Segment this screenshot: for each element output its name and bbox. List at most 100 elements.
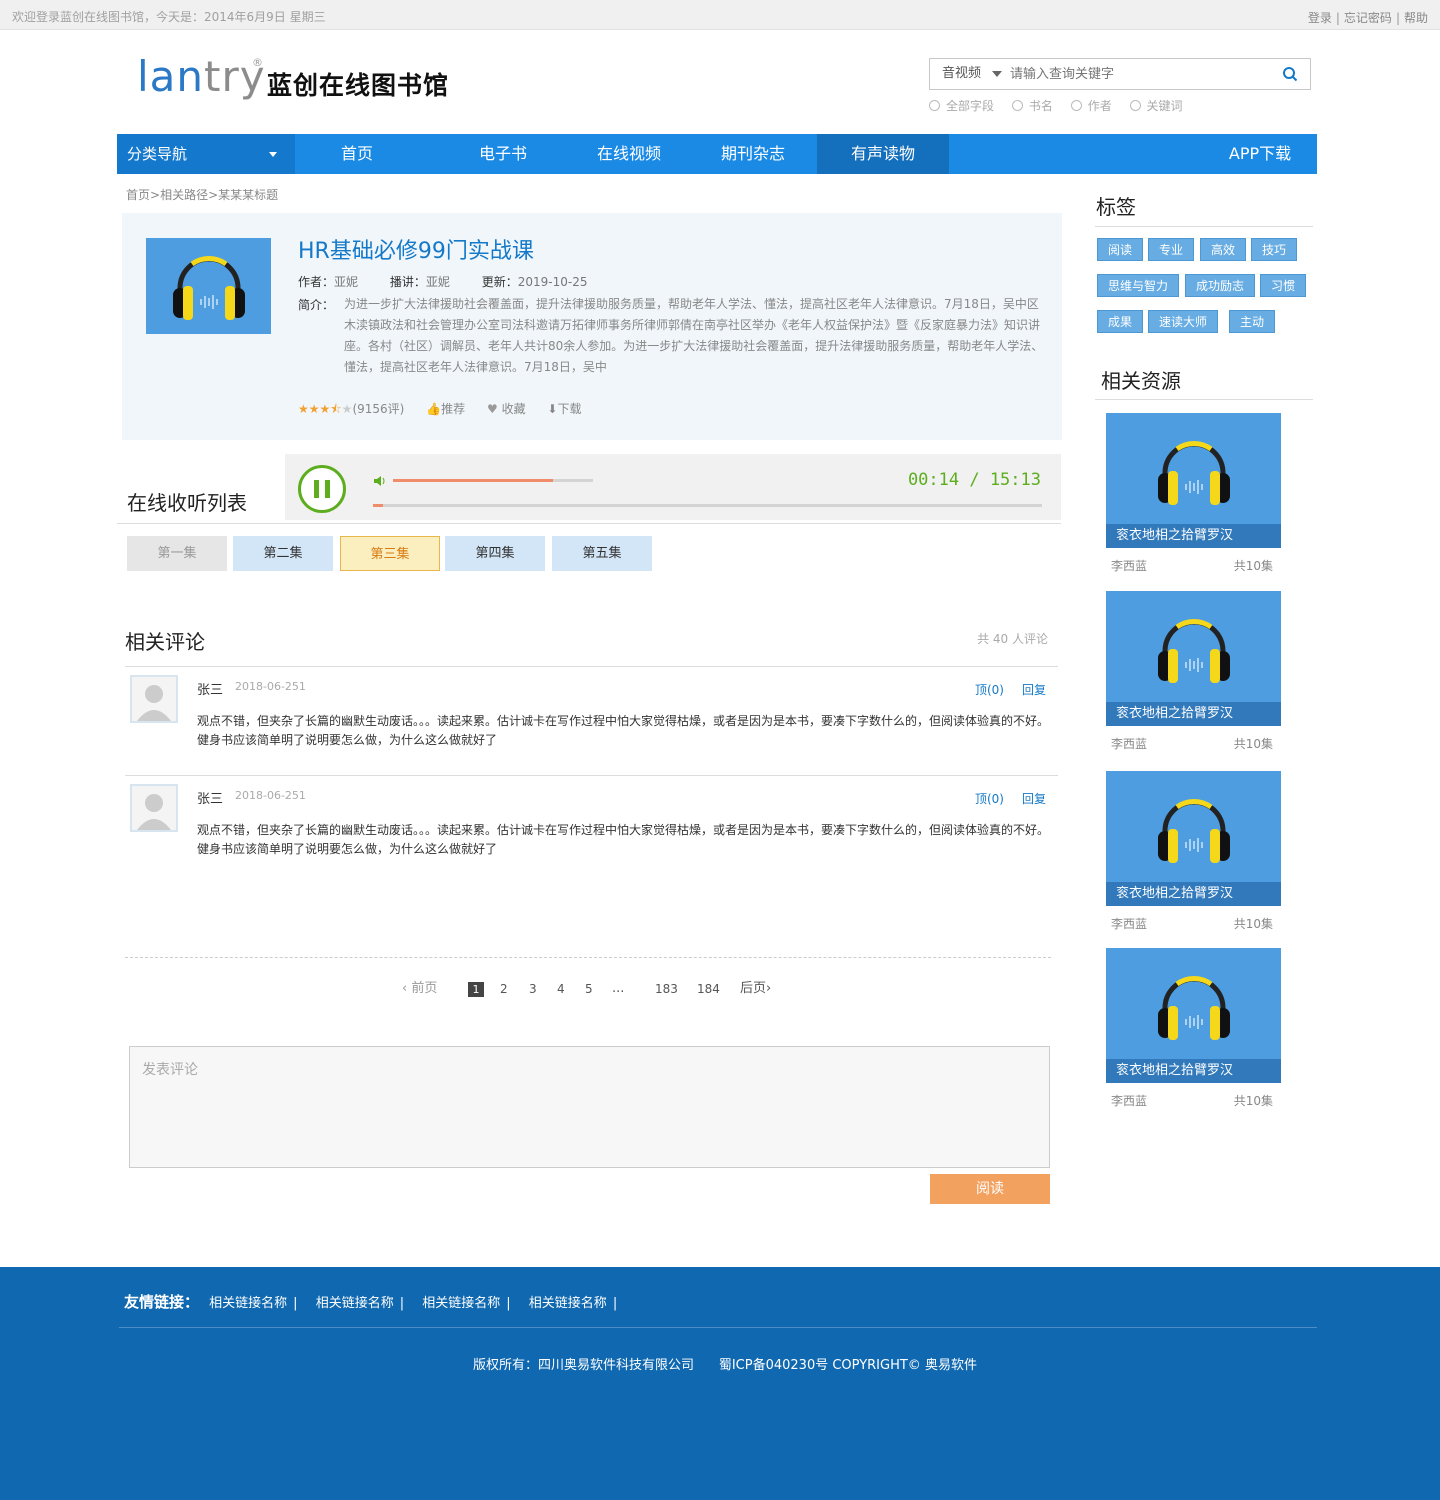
nav-item-journal[interactable]: 期刊杂志: [693, 134, 813, 174]
login-link[interactable]: 登录: [1308, 11, 1332, 25]
next-page-button[interactable]: 后页›: [740, 980, 771, 998]
footer: 友情链接： 相关链接名称 | 相关链接名称 | 相关链接名称 | 相关链接名称 | 版权…: [0, 1267, 1440, 1500]
related-resource-card[interactable]: 衮衣地相之拾臂罗汉 李西蓝 共10集: [1106, 948, 1281, 1113]
copyright: 版权所有：四川奥易软件科技有限公司 蜀ICP备040230号 COPYRIGHT…: [473, 1358, 977, 1373]
help-link[interactable]: 帮助: [1404, 11, 1428, 25]
book-cover: [146, 238, 271, 334]
rating-count: (9156评): [352, 402, 405, 416]
narrator-label: 播讲：: [389, 275, 426, 289]
search-icon[interactable]: [1282, 66, 1298, 82]
tag-item[interactable]: 思维与智力: [1097, 274, 1180, 297]
tag-item[interactable]: 技巧: [1251, 238, 1298, 261]
divider: [117, 523, 1061, 524]
main-nav: 分类导航 首页 电子书 在线视频 期刊杂志 有声读物 APP下载: [117, 134, 1317, 174]
book-meta: 作者：亚妮 播讲：亚妮 更新：2019-10-25: [298, 273, 615, 290]
resource-author: 李西蓝: [1111, 917, 1148, 931]
star-empty-icon: ★: [341, 402, 353, 416]
upvote-button[interactable]: 顶(0): [975, 792, 1004, 806]
search-type-value: 音视频: [942, 66, 982, 81]
comment-text: 观点不错，但夹杂了长篇的幽默生动废话。。。读起来累。估计诚卡在写作过程中怕大家觉…: [197, 714, 1050, 747]
volume-fill: [393, 479, 553, 482]
favorite-button[interactable]: ♥ 收藏: [487, 402, 526, 416]
pause-button[interactable]: [298, 465, 346, 513]
book-title: HR基础必修99门实战课: [298, 239, 534, 264]
recommend-button[interactable]: 👍推荐: [426, 402, 465, 416]
download-button[interactable]: ⬇下载: [547, 402, 581, 416]
related-resource-card[interactable]: 衮衣地相之拾臂罗汉 李西蓝 共10集: [1106, 771, 1281, 936]
page-3[interactable]: 3: [529, 980, 537, 998]
progress-fill: [373, 504, 384, 507]
tag-item[interactable]: 成功励志: [1185, 274, 1256, 297]
friend-link[interactable]: 相关链接名称: [529, 1296, 607, 1311]
volume-icon[interactable]: [373, 474, 387, 488]
page-184[interactable]: 184: [697, 980, 720, 998]
related-resource-card[interactable]: 衮衣地相之拾臂罗汉 李西蓝 共10集: [1106, 413, 1281, 578]
nav-item-video[interactable]: 在线视频: [567, 134, 691, 174]
page-4[interactable]: 4: [557, 980, 565, 998]
resource-episodes: 共10集: [1233, 1094, 1273, 1108]
star-icon: ★: [319, 402, 331, 416]
related-resource-card[interactable]: 衮衣地相之拾臂罗汉 李西蓝 共10集: [1106, 591, 1281, 756]
prev-page-button[interactable]: ‹ 前页: [402, 980, 437, 998]
page-5[interactable]: 5: [585, 980, 593, 998]
nav-item-home[interactable]: 首页: [297, 134, 417, 174]
avatar: [130, 784, 178, 832]
category-nav-dropdown[interactable]: 分类导航: [117, 134, 295, 174]
page-1[interactable]: 1: [468, 982, 484, 997]
site-logo[interactable]: lantry ® 蓝创在线图书馆: [137, 54, 448, 104]
play-time: 00:14 / 15:13: [907, 470, 1041, 490]
nav-item-app-download[interactable]: APP下载: [1207, 134, 1313, 174]
tag-item[interactable]: 高效: [1200, 238, 1247, 261]
reply-button[interactable]: 回复: [1022, 683, 1046, 697]
page-ellipsis: ...: [612, 981, 625, 996]
author-value: 亚妮: [334, 275, 359, 289]
thumbs-up-icon: 👍: [426, 402, 442, 416]
nav-item-ebook[interactable]: 电子书: [443, 134, 563, 174]
volume-slider[interactable]: [393, 479, 593, 482]
page-2[interactable]: 2: [500, 980, 508, 998]
episode-2-button[interactable]: 第二集: [233, 536, 333, 571]
episode-5-button[interactable]: 第五集: [552, 536, 652, 571]
pause-icon: [314, 480, 319, 498]
resource-cover: 衮衣地相之拾臂罗汉: [1106, 771, 1281, 906]
tag-item[interactable]: 习惯: [1260, 274, 1307, 297]
comment-text: 观点不错，但夹杂了长篇的幽默生动废话。。。读起来累。估计诚卡在写作过程中怕大家觉…: [197, 823, 1050, 856]
upvote-button[interactable]: 顶(0): [975, 683, 1004, 697]
nav-item-audio[interactable]: 有声读物: [817, 134, 949, 174]
tag-item[interactable]: 速读大师: [1148, 310, 1219, 333]
tag-item[interactable]: 成果: [1097, 310, 1144, 333]
radio-all-fields[interactable]: 全部字段: [929, 97, 994, 114]
tag-item[interactable]: 阅读: [1097, 238, 1144, 261]
friend-link[interactable]: 相关链接名称: [209, 1296, 287, 1311]
divider: [125, 775, 1058, 776]
search-input[interactable]: [1010, 59, 1260, 89]
author-label: 作者：: [298, 275, 335, 289]
page-183[interactable]: 183: [655, 980, 678, 998]
episode-3-button[interactable]: 第三集: [340, 536, 440, 571]
radio-author[interactable]: 作者: [1070, 97, 1112, 114]
progress-bar[interactable]: [373, 504, 1042, 507]
reply-button[interactable]: 回复: [1022, 792, 1046, 806]
comment-textarea[interactable]: 发表评论: [129, 1046, 1050, 1168]
tag-item[interactable]: 专业: [1148, 238, 1195, 261]
episode-1-button[interactable]: 第一集: [127, 536, 227, 571]
breadcrumb-home[interactable]: 首页: [126, 188, 150, 202]
radio-keyword[interactable]: 关键词: [1129, 97, 1183, 114]
friend-link[interactable]: 相关链接名称: [316, 1296, 394, 1311]
search-box: 音视频: [929, 58, 1311, 90]
episode-4-button[interactable]: 第四集: [445, 536, 545, 571]
radio-icon: [1129, 100, 1141, 111]
star-half-icon: ⯪: [330, 402, 342, 416]
search-type-select[interactable]: 音视频: [930, 59, 1008, 89]
headphones-icon: [1158, 441, 1230, 505]
forgot-password-link[interactable]: 忘记密码: [1344, 11, 1392, 25]
submit-button[interactable]: 阅读: [930, 1174, 1050, 1204]
welcome-text: 欢迎登录蓝创在线图书馆，今天是：2014年6月9日 星期三: [12, 10, 326, 24]
friend-link[interactable]: 相关链接名称: [422, 1296, 500, 1311]
tag-item[interactable]: 主动: [1229, 310, 1276, 333]
radio-title[interactable]: 书名: [1011, 97, 1053, 114]
breadcrumb-path[interactable]: 相关路径: [160, 188, 208, 202]
logo-cn-name: 蓝创在线图书馆: [267, 71, 450, 100]
desc-label: 简介：: [298, 298, 335, 312]
resource-episodes: 共10集: [1233, 917, 1273, 931]
